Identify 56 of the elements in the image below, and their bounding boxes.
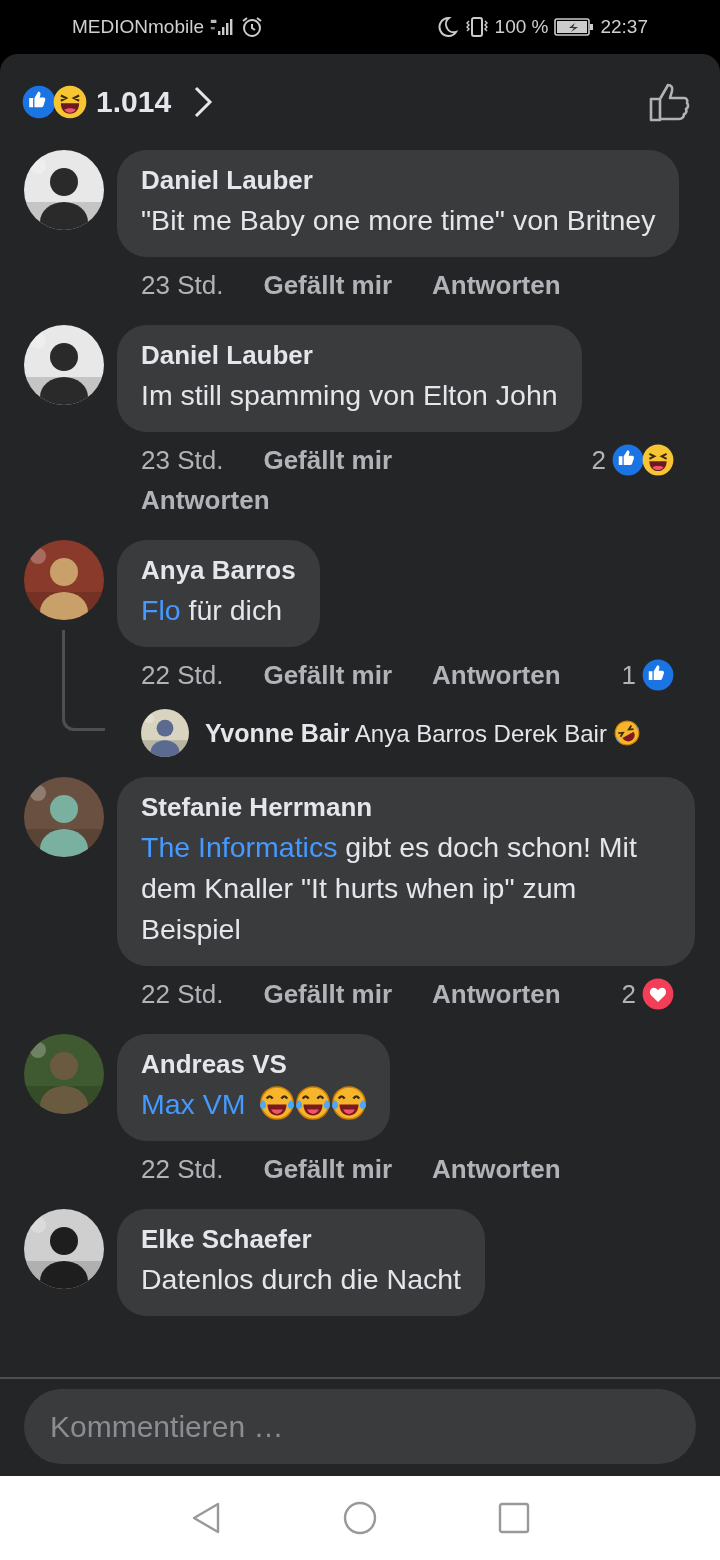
comment-text: Im still spamming von Elton John [141, 378, 558, 413]
like-link[interactable]: Gefällt mir [263, 265, 392, 305]
heart-reaction-icon [642, 978, 674, 1010]
tears-of-joy-face-icon [257, 1084, 296, 1122]
like-reaction-icon [642, 659, 674, 691]
comment-text: "Bit me Baby one more time" von Britney [141, 203, 656, 238]
comment-text: The Informatics gibt es doch schon! Mit dem Knaller "It hurts when ip" zum Beispiel [141, 830, 638, 947]
timestamp: 23 Std. [141, 444, 224, 477]
comment-text: Flo für dich [141, 593, 283, 628]
reply-text: Yvonne Bair Anya Barros Derek Bair [205, 716, 641, 750]
like-reaction-icon [22, 85, 56, 119]
tears-of-joy-face-icon [293, 1084, 332, 1122]
battery-percent: 100 % [494, 16, 549, 38]
like-link[interactable]: Gefällt mir [263, 655, 392, 695]
like-link[interactable]: Gefällt mir [263, 440, 392, 480]
reaction-count: 1.014 [96, 85, 172, 119]
reply-link[interactable]: Antworten [432, 655, 561, 695]
author-name[interactable]: Daniel Lauber [141, 339, 558, 371]
timestamp: 22 Std. [141, 1153, 224, 1186]
comment-input[interactable]: Kommentieren … [24, 1389, 696, 1464]
home-icon[interactable] [342, 1500, 378, 1536]
reaction-count: 2 [621, 978, 636, 1011]
thumbs-up-icon[interactable] [648, 82, 692, 122]
reply-link[interactable]: Antworten [432, 1149, 561, 1189]
vibrate-icon [464, 15, 489, 39]
mention-link[interactable]: Max VM [141, 1088, 246, 1120]
author-name[interactable]: Andreas VS [141, 1048, 366, 1080]
author-name[interactable]: Stefanie Herrmann [141, 791, 671, 823]
timestamp: 22 Std. [141, 659, 224, 692]
reply-link[interactable]: Antworten [432, 265, 561, 305]
reply-link[interactable]: Antworten [432, 974, 561, 1014]
author-name[interactable]: Anya Barros [141, 554, 296, 586]
carrier-name: MEDIONmobile [72, 16, 204, 38]
alarm-icon [240, 15, 264, 39]
tears-of-joy-face-icon [329, 1084, 368, 1122]
author-name[interactable]: Daniel Lauber [141, 164, 656, 196]
reply-link[interactable]: Antworten [141, 480, 270, 520]
reaction-count: 2 [591, 444, 606, 477]
like-reaction-icon [612, 444, 644, 476]
timestamp: 22 Std. [141, 978, 224, 1011]
rolling-laughing-face-icon [612, 718, 641, 747]
timestamp: 23 Std. [141, 269, 224, 302]
laughing-face-icon [642, 444, 674, 476]
comment-text: Datenlos durch die Nacht [141, 1262, 461, 1297]
like-link[interactable]: Gefällt mir [263, 1149, 392, 1189]
mention-link[interactable]: Flo [141, 594, 181, 626]
author-name[interactable]: Yvonne Bair [205, 718, 350, 747]
laughing-face-icon [53, 85, 87, 119]
battery-icon [554, 17, 595, 37]
author-name[interactable]: Elke Schaefer [141, 1223, 461, 1255]
mention-link[interactable]: The Informatics [141, 831, 338, 863]
recents-icon[interactable] [496, 1500, 532, 1536]
like-link[interactable]: Gefällt mir [263, 974, 392, 1014]
chevron-right-icon[interactable] [193, 85, 214, 119]
clock: 22:37 [600, 16, 648, 38]
reaction-count: 1 [621, 659, 636, 692]
